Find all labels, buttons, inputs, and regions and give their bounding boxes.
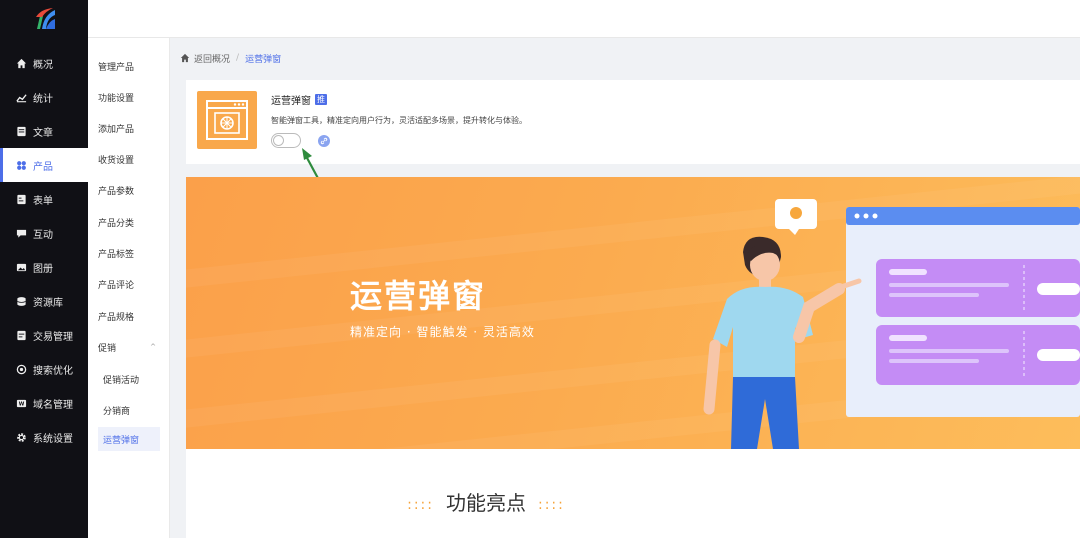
sidebar-item-label: 系统设置 — [33, 433, 73, 445]
sidebar-item-label: 图册 — [33, 263, 53, 275]
breadcrumb: 返回概况 / 运营弹窗 — [180, 50, 281, 66]
breadcrumb-current: 运营弹窗 — [245, 54, 282, 65]
breadcrumb-back-link[interactable]: 返回概况 — [194, 52, 230, 65]
feature-title: 功能亮点 — [446, 491, 526, 515]
breadcrumb-separator: / — [236, 53, 240, 63]
submenu-item-product-reviews[interactable]: 产品评论 — [88, 272, 170, 296]
sidebar-item-settings[interactable]: 系统设置 — [0, 420, 88, 454]
sidebar-item-label: 产品 — [33, 161, 53, 173]
sidebar-item-label: 表单 — [33, 195, 53, 207]
toggle-knob — [273, 135, 284, 146]
banner-subtitle: 精准定向 · 智能触发 · 灵活高效 — [350, 325, 535, 339]
top-bar — [0, 0, 1080, 38]
sidebar-item-seo[interactable]: 搜索优化 — [0, 352, 88, 386]
submenu-group-promotion[interactable]: 促销 ^ — [88, 335, 170, 359]
hero-banner: 运营弹窗 精准定向 · 智能触发 · 灵活高效 — [186, 177, 1080, 449]
submenu-item-product-params[interactable]: 产品参数 — [88, 178, 170, 202]
feature-section: :::: 功能亮点:::: — [186, 449, 1080, 538]
database-icon — [15, 295, 27, 307]
decor-dots-right: :::: — [538, 496, 565, 513]
feature-heading: :::: 功能亮点:::: — [186, 487, 786, 516]
submenu-item-product-tags[interactable]: 产品标签 — [88, 241, 170, 265]
gear-icon — [15, 431, 27, 443]
app-root: 概况 统计 文章 产品 表单 互动 图册 资源库 交易管理 搜索优化 W 域名管… — [0, 0, 1080, 538]
product-submenu: 管理产品 功能设置 添加产品 收货设置 产品参数 产品分类 产品标签 产品评论 … — [88, 38, 170, 538]
plugin-title-row: 运营弹窗 推 — [271, 92, 327, 107]
chevron-up-icon: ^ — [150, 343, 156, 351]
decor-dots-left: :::: — [407, 496, 434, 513]
banner-illustration — [703, 199, 1080, 449]
sidebar-item-label: 统计 — [33, 93, 53, 105]
sidebar-item-label: 资源库 — [33, 297, 63, 309]
sidebar-item-label: 概况 — [33, 59, 53, 71]
logo[interactable] — [0, 0, 88, 38]
product-icon — [15, 159, 27, 171]
sidebar-item-trades[interactable]: 交易管理 — [0, 318, 88, 352]
sidebar-item-interaction[interactable]: 互动 — [0, 216, 88, 250]
domain-icon: W — [15, 397, 27, 409]
recommend-badge: 推 — [315, 94, 327, 105]
sidebar-item-label: 文章 — [33, 127, 53, 139]
article-icon — [15, 125, 27, 137]
form-icon — [15, 193, 27, 205]
sidebar-item-domains[interactable]: W 域名管理 — [0, 386, 88, 420]
submenu-item-distributors[interactable]: 分销商 — [88, 398, 170, 422]
submenu-item-feature-settings[interactable]: 功能设置 — [88, 85, 170, 109]
sidebar-item-products[interactable]: 产品 — [0, 148, 88, 182]
sidebar-item-forms[interactable]: 表单 — [0, 182, 88, 216]
album-icon — [15, 261, 27, 273]
sidebar-item-album[interactable]: 图册 — [0, 250, 88, 284]
home-icon — [15, 57, 27, 69]
popup-app-icon — [197, 91, 257, 149]
sidebar-item-resources[interactable]: 资源库 — [0, 284, 88, 318]
submenu-item-manage-products[interactable]: 管理产品 — [88, 54, 170, 78]
logo-icon — [36, 8, 55, 29]
svg-text:W: W — [18, 401, 24, 407]
submenu-item-product-categories[interactable]: 产品分类 — [88, 210, 170, 234]
sidebar-item-overview[interactable]: 概况 — [0, 46, 88, 80]
sidebar-item-stats[interactable]: 统计 — [0, 80, 88, 114]
sidebar-item-articles[interactable]: 文章 — [0, 114, 88, 148]
sidebar-item-label: 交易管理 — [33, 331, 73, 343]
submenu-item-product-specs[interactable]: 产品规格 — [88, 304, 170, 328]
home-icon — [180, 53, 190, 63]
submenu-item-promotion-activities[interactable]: 促销活动 — [88, 367, 170, 391]
sidebar-item-label: 域名管理 — [33, 399, 73, 411]
submenu-item-shipping-settings[interactable]: 收货设置 — [88, 147, 170, 171]
sidebar-item-label: 互动 — [33, 229, 53, 241]
sidebar-item-label: 搜索优化 — [33, 365, 73, 377]
main-sidebar: 概况 统计 文章 产品 表单 互动 图册 资源库 交易管理 搜索优化 W 域名管… — [0, 38, 88, 538]
submenu-item-operation-popup[interactable]: 运营弹窗 — [98, 427, 160, 451]
submenu-item-add-product[interactable]: 添加产品 — [88, 116, 170, 140]
seo-icon — [15, 363, 27, 375]
plugin-title: 运营弹窗 — [271, 96, 311, 107]
submenu-group-label: 促销 — [98, 343, 117, 354]
trade-icon — [15, 329, 27, 341]
chat-icon — [15, 227, 27, 239]
banner-title: 运营弹窗 — [350, 277, 487, 315]
stats-icon — [15, 91, 27, 103]
plugin-description: 智能弹窗工具，精准定向用户行为，灵活适配多场景，提升转化与体验。 — [271, 116, 527, 125]
